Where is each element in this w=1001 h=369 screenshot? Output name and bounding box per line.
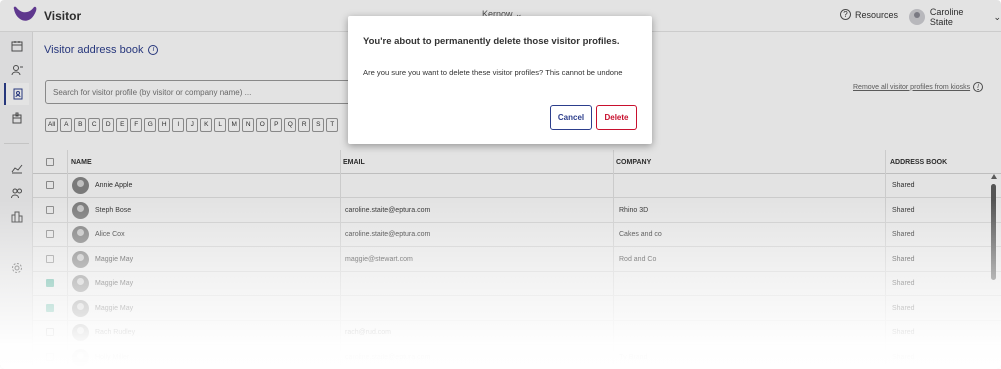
- cancel-button[interactable]: Cancel: [550, 105, 592, 130]
- delete-confirmation-dialog: You're about to permanently delete those…: [348, 16, 652, 144]
- bottom-fade: [0, 200, 1001, 369]
- dialog-title: You're about to permanently delete those…: [363, 36, 620, 47]
- app-window: Visitor Kernow ⌄ ? Resources Caroline St…: [0, 0, 1001, 369]
- dialog-message: Are you sure you want to delete these vi…: [363, 68, 623, 77]
- delete-button[interactable]: Delete: [596, 105, 637, 130]
